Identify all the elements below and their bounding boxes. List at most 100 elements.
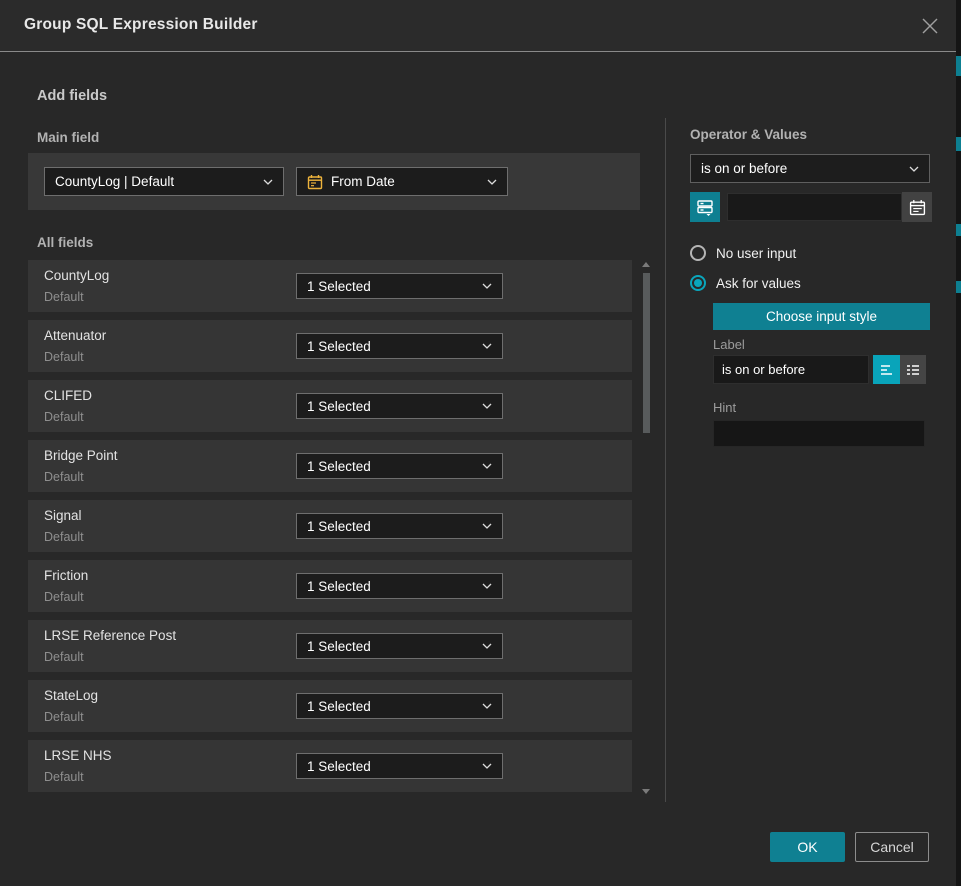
field-row-name: Attenuator [44, 328, 106, 343]
date-picker-button[interactable] [902, 192, 932, 222]
field-row-selection-value: 1 Selected [307, 519, 476, 534]
date-field-dropdown[interactable]: From Date [296, 167, 508, 196]
operator-values-heading: Operator & Values [690, 127, 807, 142]
list-input-toggle[interactable] [900, 355, 926, 384]
field-row: LRSE NHS Default 1 Selected [28, 740, 632, 792]
field-row-name: StateLog [44, 688, 98, 703]
select-values-button[interactable] [690, 192, 720, 222]
label-input[interactable] [713, 355, 869, 384]
field-row-name: CountyLog [44, 268, 109, 283]
scroll-down-icon[interactable] [642, 789, 650, 794]
field-row: Attenuator Default 1 Selected [28, 320, 632, 372]
chevron-down-icon [482, 403, 492, 409]
dialog-titlebar: Group SQL Expression Builder [0, 0, 956, 52]
chevron-down-icon [482, 763, 492, 769]
field-row-name: Signal [44, 508, 82, 523]
field-row-type: Default [44, 290, 84, 304]
field-row: StateLog Default 1 Selected [28, 680, 632, 732]
no-user-input-label: No user input [716, 246, 796, 261]
choose-input-style-button[interactable]: Choose input style [713, 303, 930, 330]
field-row-name: Friction [44, 568, 88, 583]
chevron-down-icon [482, 703, 492, 709]
field-row-type: Default [44, 530, 84, 544]
list-scrollbar[interactable] [642, 262, 651, 794]
field-row-selection-dropdown[interactable]: 1 Selected [296, 573, 503, 599]
field-row-name: Bridge Point [44, 448, 118, 463]
field-row-type: Default [44, 410, 84, 424]
field-row-type: Default [44, 470, 84, 484]
all-fields-heading: All fields [37, 235, 93, 250]
background-app-edge-accent [956, 137, 961, 151]
field-row-selection-dropdown[interactable]: 1 Selected [296, 633, 503, 659]
calendar-icon [307, 174, 323, 190]
chevron-down-icon [482, 523, 492, 529]
field-row-selection-value: 1 Selected [307, 399, 476, 414]
chevron-down-icon [487, 179, 497, 185]
layer-dropdown-value: CountyLog | Default [55, 174, 257, 189]
chevron-down-icon [482, 463, 492, 469]
field-row-selection-value: 1 Selected [307, 339, 476, 354]
field-row-type: Default [44, 590, 84, 604]
operator-dropdown-value: is on or before [701, 161, 903, 176]
list-icon [905, 363, 921, 377]
add-fields-heading: Add fields [37, 88, 107, 104]
field-row: Signal Default 1 Selected [28, 500, 632, 552]
field-row-selection-value: 1 Selected [307, 699, 476, 714]
field-row-selection-value: 1 Selected [307, 759, 476, 774]
field-row-selection-dropdown[interactable]: 1 Selected [296, 273, 503, 299]
field-row-type: Default [44, 350, 84, 364]
background-app-edge-accent [956, 56, 961, 76]
field-row-selection-value: 1 Selected [307, 279, 476, 294]
ask-for-values-radio[interactable]: Ask for values [690, 275, 801, 291]
label-field-label: Label [713, 337, 745, 352]
field-row-selection-dropdown[interactable]: 1 Selected [296, 753, 503, 779]
field-row-selection-dropdown[interactable]: 1 Selected [296, 393, 503, 419]
field-row-selection-dropdown[interactable]: 1 Selected [296, 333, 503, 359]
scrollbar-thumb[interactable] [643, 273, 650, 433]
operator-dropdown[interactable]: is on or before [690, 154, 930, 183]
field-row-selection-dropdown[interactable]: 1 Selected [296, 693, 503, 719]
main-field-heading: Main field [37, 130, 99, 145]
field-row-name: LRSE NHS [44, 748, 112, 763]
cancel-button[interactable]: Cancel [855, 832, 929, 862]
chevron-down-icon [909, 166, 919, 172]
no-user-input-radio[interactable]: No user input [690, 245, 796, 261]
field-row-type: Default [44, 650, 84, 664]
value-list-icon [696, 198, 714, 216]
ok-button[interactable]: OK [770, 832, 845, 862]
ask-for-values-label: Ask for values [716, 276, 801, 291]
field-row: Bridge Point Default 1 Selected [28, 440, 632, 492]
radio-selected-icon [690, 275, 706, 291]
date-value-input[interactable] [727, 193, 902, 221]
chevron-down-icon [263, 179, 273, 185]
field-row: LRSE Reference Post Default 1 Selected [28, 620, 632, 672]
chevron-down-icon [482, 583, 492, 589]
field-row-name: CLIFED [44, 388, 92, 403]
close-icon[interactable] [918, 14, 942, 38]
field-row: Friction Default 1 Selected [28, 560, 632, 612]
field-row-type: Default [44, 770, 84, 784]
hint-input[interactable] [713, 420, 925, 447]
background-app-edge-accent [956, 224, 961, 236]
radio-unselected-icon [690, 245, 706, 261]
field-row: CLIFED Default 1 Selected [28, 380, 632, 432]
field-row-selection-value: 1 Selected [307, 579, 476, 594]
main-field-band: CountyLog | Default From Date [28, 153, 640, 210]
field-row-type: Default [44, 710, 84, 724]
layer-dropdown[interactable]: CountyLog | Default [44, 167, 284, 196]
field-row-selection-value: 1 Selected [307, 639, 476, 654]
field-row-selection-value: 1 Selected [307, 459, 476, 474]
align-left-icon [879, 363, 895, 377]
chevron-down-icon [482, 283, 492, 289]
background-app-edge-accent [956, 281, 961, 293]
date-field-dropdown-value: From Date [331, 174, 481, 189]
field-row-name: LRSE Reference Post [44, 628, 176, 643]
field-row: CountyLog Default 1 Selected [28, 260, 632, 312]
scroll-up-icon[interactable] [642, 262, 650, 267]
chevron-down-icon [482, 643, 492, 649]
calendar-icon [909, 199, 926, 216]
field-row-selection-dropdown[interactable]: 1 Selected [296, 453, 503, 479]
field-row-selection-dropdown[interactable]: 1 Selected [296, 513, 503, 539]
dialog-title: Group SQL Expression Builder [24, 16, 258, 34]
single-line-input-toggle[interactable] [873, 355, 900, 384]
